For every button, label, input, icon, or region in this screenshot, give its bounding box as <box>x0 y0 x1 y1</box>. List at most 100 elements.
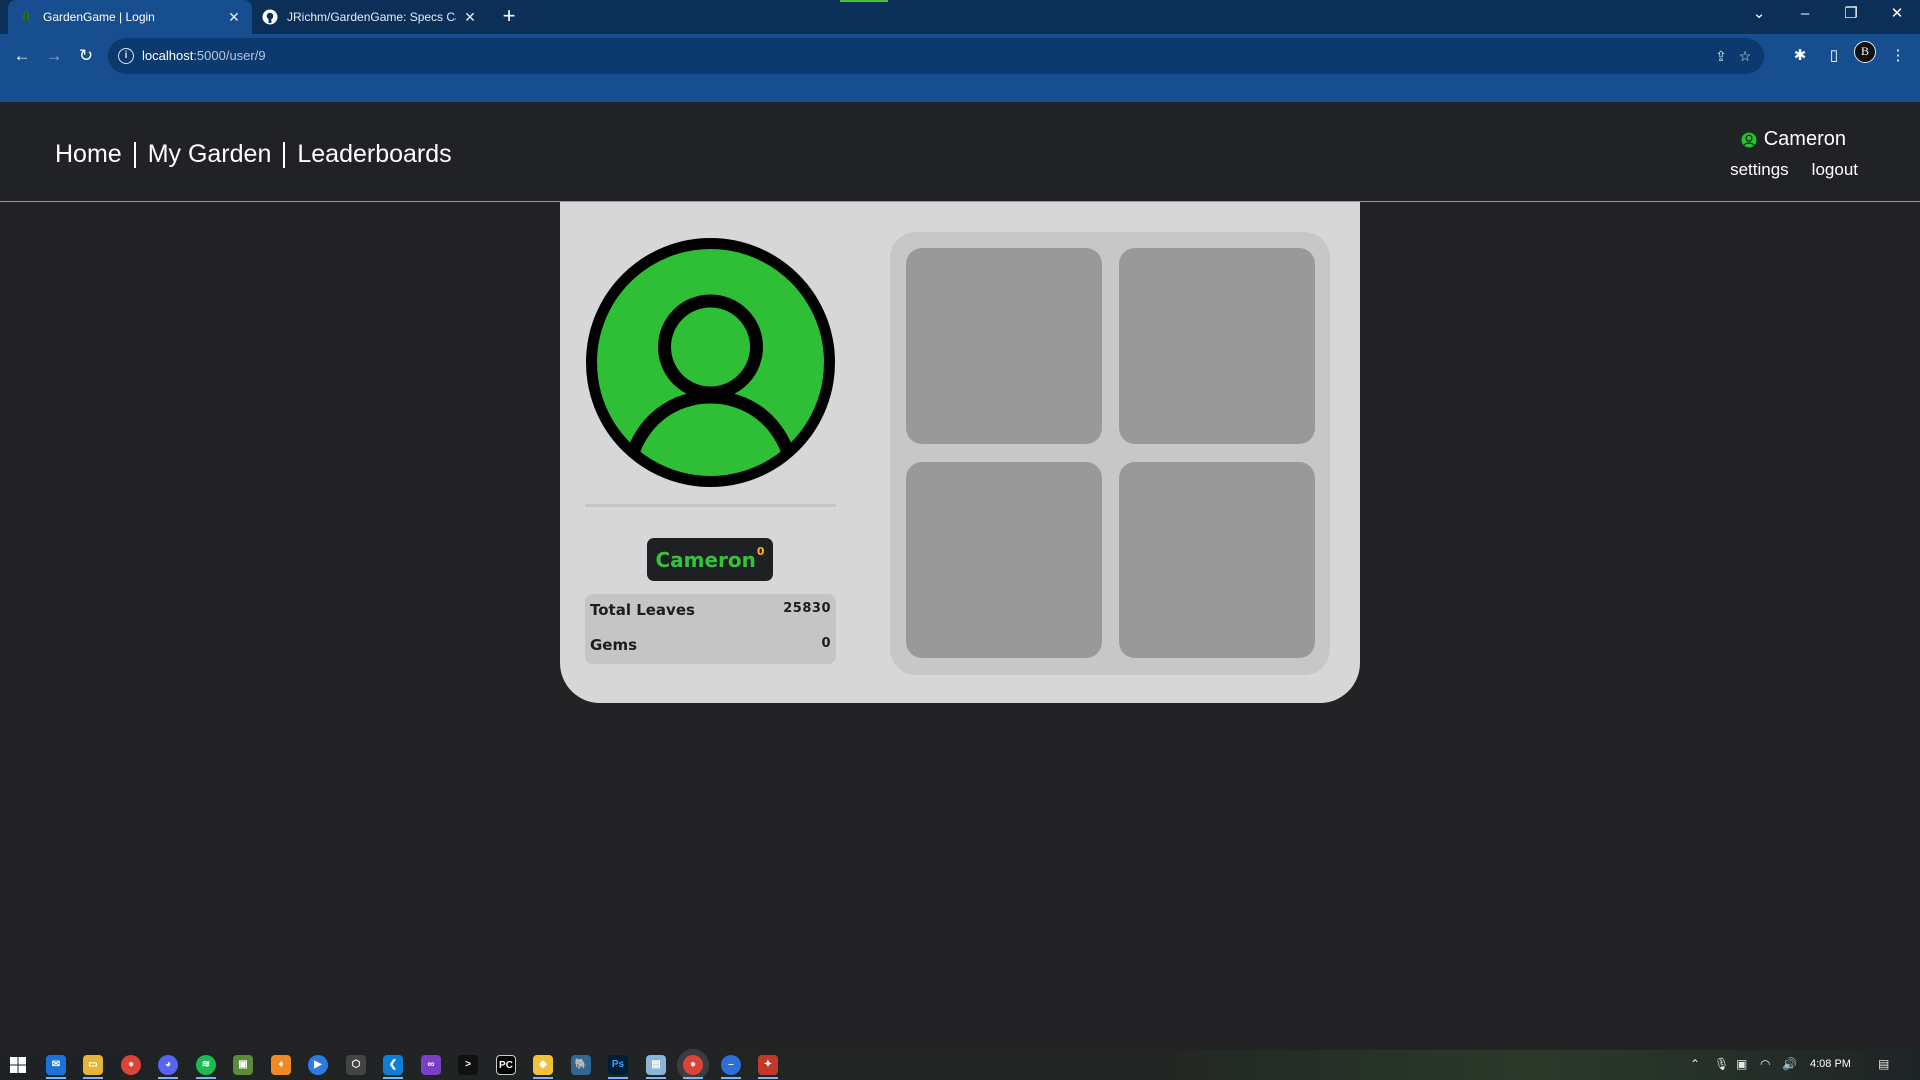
chrome-active-icon[interactable]: ● <box>683 1055 703 1075</box>
windows-taskbar: ✉ ▭ ● ◕ ≋ ▣ ♦ ▶ ⬡ ❮ ∞ > PC ◆ 🐘 Ps ▤ ● – … <box>0 1050 1920 1080</box>
running-indicator <box>158 1077 178 1079</box>
garden-slot[interactable] <box>1119 248 1315 444</box>
app-blue-2-icon[interactable]: – <box>721 1055 741 1075</box>
pycharm-icon[interactable]: PC <box>496 1055 516 1075</box>
user-avatar-icon <box>1739 130 1758 149</box>
garden-slot[interactable] <box>906 462 1102 658</box>
current-user[interactable]: Cameron <box>1739 128 1846 151</box>
profile-level: 0 <box>756 545 765 558</box>
postgres-icon[interactable]: 🐘 <box>571 1055 591 1075</box>
discord-icon[interactable]: ◕ <box>158 1055 178 1075</box>
profile-divider <box>585 504 836 507</box>
running-indicator <box>196 1077 216 1079</box>
tab-title: GardenGame | Login <box>43 10 155 24</box>
settings-link[interactable]: settings <box>1730 160 1789 180</box>
running-indicator <box>683 1077 703 1079</box>
vscode-icon[interactable]: ❮ <box>383 1055 403 1075</box>
site-info-icon[interactable]: i <box>118 48 134 64</box>
app-red-icon[interactable]: ✦ <box>758 1055 778 1075</box>
running-indicator <box>383 1077 403 1079</box>
forward-icon[interactable]: → <box>40 42 68 70</box>
tab-title: JRichm/GardenGame: Specs Cap <box>287 10 456 24</box>
running-indicator <box>608 1077 628 1079</box>
volume-icon[interactable]: 🔊 <box>1782 1057 1797 1071</box>
tab-search-icon[interactable]: ⌄ <box>1736 0 1782 30</box>
url-text[interactable]: localhost:5000/user/9 <box>142 48 266 63</box>
nav-divider <box>283 141 286 168</box>
minecraft-icon[interactable]: ▣ <box>233 1055 253 1075</box>
browser-tabstrip: GardenGame | Login ✕ JRichm/GardenGame: … <box>0 0 1920 34</box>
tray-overflow-icon[interactable]: ⌃ <box>1690 1057 1700 1071</box>
app-blue-icon[interactable]: ▶ <box>308 1055 328 1075</box>
browser-menu-icon[interactable]: ⋮ <box>1884 42 1912 70</box>
minimize-button[interactable]: – <box>1782 0 1828 30</box>
stat-total-leaves: Total Leaves 25830 <box>590 601 831 619</box>
side-panel-icon[interactable]: ▯ <box>1820 42 1848 70</box>
app-orange-icon[interactable]: ♦ <box>271 1055 291 1075</box>
network-icon[interactable]: ◠ <box>1760 1057 1770 1071</box>
extensions-icon[interactable]: ✱ <box>1786 42 1814 70</box>
running-indicator <box>533 1077 553 1079</box>
file-explorer-icon[interactable]: ▭ <box>83 1055 103 1075</box>
unity-icon[interactable]: ⬡ <box>346 1055 366 1075</box>
reload-icon[interactable]: ↻ <box>72 42 100 70</box>
profile-card: Cameron 0 Total Leaves 25830 Gems 0 <box>560 202 1360 703</box>
tab-gardengame-login[interactable]: GardenGame | Login ✕ <box>8 0 252 34</box>
restore-button[interactable]: ❐ <box>1828 0 1874 30</box>
device-icon[interactable]: ▣ <box>1736 1057 1747 1071</box>
browser-toolbar: ← → ↻ i localhost:5000/user/9 ⇪ ☆ ✱ ▯ ⋮ <box>0 34 1920 102</box>
garden-slot-grid <box>890 232 1330 675</box>
stat-value: 25830 <box>783 601 831 616</box>
windows-start-icon[interactable] <box>8 1055 28 1075</box>
running-indicator <box>646 1077 666 1079</box>
nav-leaderboards-link[interactable]: Leaderboards <box>297 140 451 169</box>
terminal-icon[interactable]: > <box>458 1055 478 1075</box>
bookmark-star-icon[interactable]: ☆ <box>1736 47 1754 65</box>
address-bar[interactable]: i localhost:5000/user/9 ⇪ ☆ <box>108 38 1764 74</box>
stat-value: 0 <box>821 636 831 651</box>
running-indicator <box>83 1077 103 1079</box>
close-tab-icon[interactable]: ✕ <box>462 9 478 26</box>
stat-label: Total Leaves <box>590 601 695 619</box>
garden-slot[interactable] <box>1119 462 1315 658</box>
nav-my-garden-link[interactable]: My Garden <box>148 140 272 169</box>
github-icon <box>262 9 278 25</box>
garden-favicon-icon <box>22 11 30 23</box>
notepad-icon[interactable]: ▤ <box>646 1055 666 1075</box>
notifications-icon[interactable]: ▤ <box>1878 1057 1889 1071</box>
share-icon[interactable]: ⇪ <box>1712 47 1730 65</box>
running-indicator <box>758 1077 778 1079</box>
running-indicator <box>721 1077 741 1079</box>
garden-slot[interactable] <box>906 248 1102 444</box>
stat-gems: Gems 0 <box>590 636 831 654</box>
tab-github-repo[interactable]: JRichm/GardenGame: Specs Cap ✕ <box>252 0 488 34</box>
new-tab-button[interactable]: + <box>497 5 521 29</box>
visual-studio-icon[interactable]: ∞ <box>421 1055 441 1075</box>
current-user-name: Cameron <box>1763 128 1846 150</box>
running-indicator <box>46 1077 66 1079</box>
logout-link[interactable]: logout <box>1812 160 1858 180</box>
profile-avatar <box>585 237 836 488</box>
git-icon[interactable]: ◆ <box>533 1055 553 1075</box>
chrome-icon[interactable]: ● <box>121 1055 141 1075</box>
nav-divider <box>133 141 136 168</box>
profile-name-badge: Cameron 0 <box>647 538 773 581</box>
close-tab-icon[interactable]: ✕ <box>226 9 242 26</box>
mail-icon[interactable]: ✉ <box>46 1055 66 1075</box>
stat-label: Gems <box>590 636 638 654</box>
user-menu: Cameron settings logout <box>1718 126 1858 186</box>
close-window-button[interactable]: ✕ <box>1874 0 1920 30</box>
taskbar-clock[interactable]: 4:08 PM <box>1810 1058 1851 1070</box>
microphone-icon[interactable]: 🎙 <box>1714 1057 1729 1071</box>
profile-stats: Total Leaves 25830 Gems 0 <box>585 594 836 664</box>
loading-indicator <box>840 0 888 2</box>
main-nav: Home My Garden Leaderboards <box>55 140 452 169</box>
browser-profile-avatar[interactable]: B <box>1854 41 1876 63</box>
site-header: Home My Garden Leaderboards Cameron sett… <box>0 102 1920 202</box>
profile-name: Cameron <box>655 547 756 572</box>
spotify-icon[interactable]: ≋ <box>196 1055 216 1075</box>
back-icon[interactable]: ← <box>8 42 36 70</box>
photoshop-icon[interactable]: Ps <box>608 1055 628 1075</box>
user-links: settings logout <box>1707 160 1858 180</box>
nav-home-link[interactable]: Home <box>55 140 122 169</box>
